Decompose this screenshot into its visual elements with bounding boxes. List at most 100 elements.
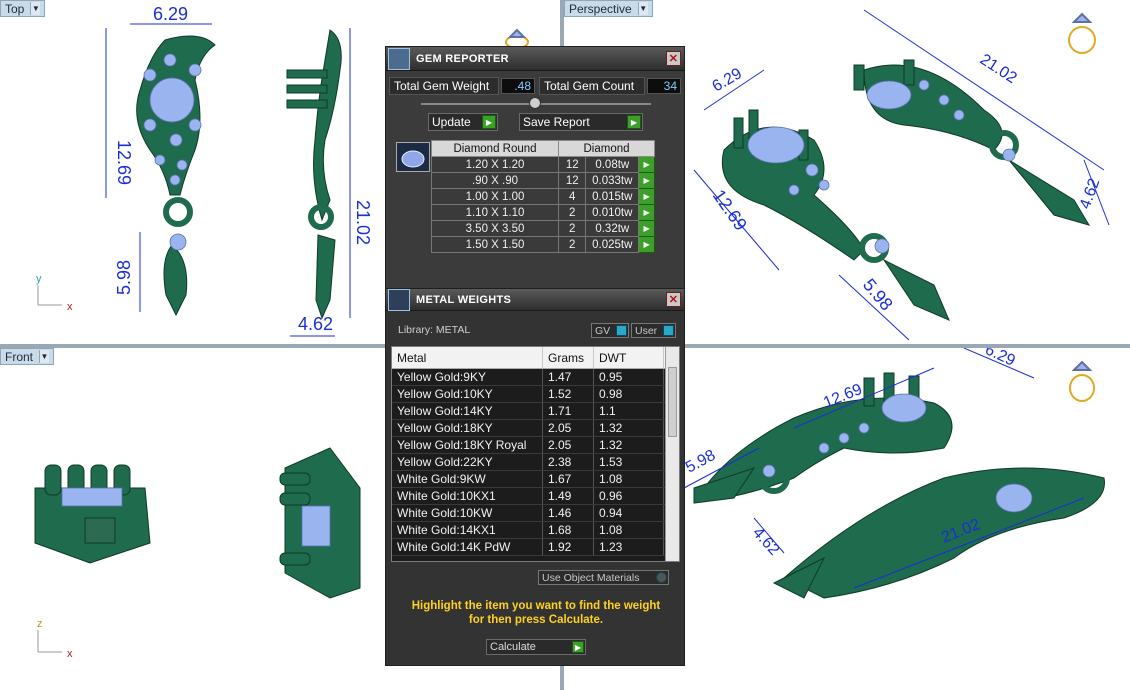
- play-arrow-icon[interactable]: ▶: [638, 236, 655, 253]
- metal-name: Yellow Gold:18KY Royal: [392, 437, 543, 453]
- metal-name: White Gold:14K PdW: [392, 539, 543, 555]
- gem-size: .90 X .90: [431, 172, 559, 189]
- total-gem-count-label: Total Gem Count: [539, 77, 645, 95]
- close-icon[interactable]: ✕: [666, 292, 681, 307]
- diamond-gem-icon: [396, 142, 430, 172]
- play-arrow-icon[interactable]: ▶: [638, 204, 655, 221]
- viewport-label: Perspective: [569, 1, 632, 16]
- use-object-materials-toggle[interactable]: Use Object Materials: [538, 570, 669, 585]
- dim-label: 6.29: [982, 348, 1017, 370]
- metal-grams: 1.46: [543, 505, 594, 521]
- chevron-down-icon[interactable]: ▼: [637, 2, 648, 15]
- metal-row[interactable]: White Gold:10KW 1.46 0.94: [392, 505, 679, 522]
- scrollbar-thumb[interactable]: [668, 367, 677, 437]
- play-arrow-icon[interactable]: ▶: [638, 172, 655, 189]
- axis-x-label: x: [67, 301, 73, 313]
- metal-dwt: 0.94: [594, 505, 664, 521]
- total-gem-weight-value: .48: [501, 78, 535, 94]
- dim-label: 6.29: [710, 65, 746, 95]
- dim-label: 6.29: [153, 4, 188, 24]
- total-gem-weight-label: Total Gem Weight: [389, 77, 499, 95]
- gem-weight: 0.32tw: [585, 220, 640, 237]
- metal-name: Yellow Gold:18KY: [392, 420, 543, 436]
- play-arrow-icon[interactable]: ▶: [638, 156, 655, 173]
- cad-workspace: 6.29 12.69 21.02 5.98 4.62 y x Top ▼ 6.2…: [0, 0, 1130, 690]
- play-arrow-icon: ▶: [627, 115, 641, 129]
- panel-slider-handle[interactable]: [529, 97, 541, 109]
- metal-grams: 2.05: [543, 420, 594, 436]
- metal-row[interactable]: White Gold:10KX1 1.49 0.96: [392, 488, 679, 505]
- play-arrow-icon[interactable]: ▶: [638, 220, 655, 237]
- metal-row[interactable]: Yellow Gold:10KY 1.52 0.98: [392, 386, 679, 403]
- user-toggle-label: User: [635, 324, 658, 337]
- gem-table-header-type: Diamond: [558, 140, 655, 157]
- metal-grams: 1.47: [543, 369, 594, 385]
- gem-weight: 0.08tw: [585, 156, 640, 173]
- chevron-down-icon[interactable]: ▼: [39, 350, 50, 363]
- metal-dwt: 1.08: [594, 522, 664, 538]
- metal-list-scrollbar[interactable]: [665, 347, 679, 561]
- gem-count: 12: [557, 172, 587, 189]
- calculate-button[interactable]: Calculate ▶: [486, 639, 586, 655]
- metal-row[interactable]: Yellow Gold:14KY 1.71 1.1: [392, 403, 679, 420]
- gem-size: 3.50 X 3.50: [431, 220, 559, 237]
- user-toggle[interactable]: User: [631, 323, 676, 338]
- column-header-grams[interactable]: Grams: [543, 347, 594, 368]
- metal-name: White Gold:9KW: [392, 471, 543, 487]
- column-header-metal[interactable]: Metal: [392, 347, 543, 368]
- metal-grams: 1.67: [543, 471, 594, 487]
- gem-reporter-title: GEM REPORTER: [416, 52, 509, 65]
- update-button[interactable]: Update ▶: [428, 113, 498, 131]
- metal-row[interactable]: Yellow Gold:22KY 2.38 1.53: [392, 454, 679, 471]
- hint-line: for then press Calculate.: [468, 614, 604, 626]
- metal-dwt: 0.98: [594, 386, 664, 402]
- viewport-label: Top: [5, 1, 25, 16]
- chevron-down-icon[interactable]: ▼: [30, 2, 41, 15]
- gem-table-row[interactable]: 1.10 X 1.10 2 0.010tw ▶: [431, 204, 655, 221]
- metal-name: Yellow Gold:10KY: [392, 386, 543, 402]
- gem-count: 2: [557, 204, 587, 221]
- gem-size: 1.20 X 1.20: [431, 156, 559, 173]
- gem-table-row[interactable]: 1.50 X 1.50 2 0.025tw ▶: [431, 236, 655, 253]
- gem-reporter-panel: GEM REPORTER ✕ Total Gem Weight .48 Tota…: [385, 46, 685, 290]
- scale-icon: [388, 288, 410, 311]
- gem-reporter-title-bar[interactable]: GEM REPORTER ✕: [386, 47, 684, 71]
- viewport-tab-perspective[interactable]: Perspective ▼: [564, 0, 653, 17]
- gem-table-row[interactable]: .90 X .90 12 0.033tw ▶: [431, 172, 655, 189]
- metal-weights-title: METAL WEIGHTS: [416, 293, 512, 306]
- axis-z-label: z: [37, 618, 43, 630]
- metal-row[interactable]: Yellow Gold:9KY 1.47 0.95: [392, 369, 679, 386]
- column-header-dwt[interactable]: DWT: [594, 347, 664, 368]
- viewport-label: Front: [5, 349, 34, 364]
- metal-row[interactable]: White Gold:14KX1 1.68 1.08: [392, 522, 679, 539]
- play-arrow-icon[interactable]: ▶: [638, 188, 655, 205]
- viewport-tab-front[interactable]: Front ▼: [0, 348, 55, 365]
- gem-table-row[interactable]: 1.00 X 1.00 4 0.015tw ▶: [431, 188, 655, 205]
- metal-list[interactable]: Metal Grams DWT Yellow Gold:9KY 1.47 0.95 …: [391, 346, 680, 562]
- metal-dwt: 1.53: [594, 454, 664, 470]
- viewport-tab-top[interactable]: Top ▼: [0, 0, 46, 17]
- gem-weight: 0.033tw: [585, 172, 640, 189]
- metal-row[interactable]: White Gold:9KW 1.67 1.08: [392, 471, 679, 488]
- metal-grams: 2.38: [543, 454, 594, 470]
- dim-label: 4.62: [1077, 176, 1104, 211]
- close-icon[interactable]: ✕: [666, 51, 681, 66]
- toggle-indicator-icon: [616, 325, 627, 336]
- metal-name: White Gold:14KX1: [392, 522, 543, 538]
- metal-weights-title-bar[interactable]: METAL WEIGHTS ✕: [386, 288, 684, 311]
- gv-toggle[interactable]: GV: [591, 323, 629, 338]
- metal-row[interactable]: Yellow Gold:18KY 2.05 1.32: [392, 420, 679, 437]
- metal-name: Yellow Gold:9KY: [392, 369, 543, 385]
- calculate-hint: Highlight the item you want to find the …: [396, 599, 676, 627]
- metal-row[interactable]: White Gold:14K PdW 1.92 1.23: [392, 539, 679, 556]
- dim-label: 4.62: [298, 314, 333, 334]
- gem-size: 1.50 X 1.50: [431, 236, 559, 253]
- metal-row[interactable]: Yellow Gold:18KY Royal 2.05 1.32: [392, 437, 679, 454]
- metal-grams: 1.52: [543, 386, 594, 402]
- axis-y-label: y: [36, 273, 42, 285]
- gem-table-row[interactable]: 1.20 X 1.20 12 0.08tw ▶: [431, 156, 655, 173]
- gem-table-row[interactable]: 3.50 X 3.50 2 0.32tw ▶: [431, 220, 655, 237]
- save-report-button[interactable]: Save Report ▶: [519, 113, 643, 131]
- axis-x-label: x: [67, 648, 73, 660]
- gem-count: 12: [557, 156, 587, 173]
